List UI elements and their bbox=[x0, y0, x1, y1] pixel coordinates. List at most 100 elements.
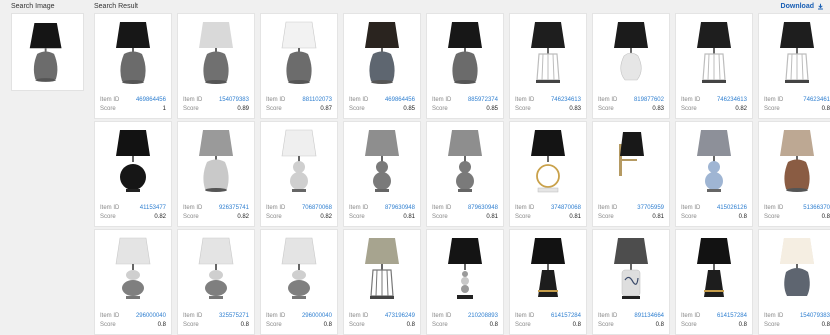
item-id-link[interactable]: 469864456 bbox=[136, 96, 166, 105]
lamp-image bbox=[365, 238, 399, 299]
result-card[interactable]: Item ID 926375741 Score 0.82 bbox=[177, 121, 255, 227]
download-button[interactable]: Download bbox=[781, 3, 824, 10]
item-id-link[interactable]: 74623461 bbox=[803, 96, 830, 105]
item-id-line: Item ID 41153477 bbox=[100, 204, 166, 213]
score-line: Score 0.8 bbox=[764, 105, 830, 114]
item-id-label: Item ID bbox=[681, 205, 701, 211]
score-line: Score 1 bbox=[100, 105, 166, 114]
result-card[interactable]: Item ID 51366370 Score 0.8 bbox=[758, 121, 830, 227]
lamp-image bbox=[697, 130, 731, 192]
score-label: Score bbox=[598, 106, 614, 112]
item-id-link[interactable]: 879630948 bbox=[468, 204, 498, 213]
item-id-link[interactable]: 885972374 bbox=[468, 96, 498, 105]
result-card[interactable]: Item ID 374870068 Score 0.81 bbox=[509, 121, 587, 227]
lamp-image bbox=[697, 238, 731, 297]
item-id-label: Item ID bbox=[183, 97, 203, 103]
result-card[interactable]: Item ID 746234613 Score 0.83 bbox=[509, 13, 587, 119]
score-label: Score bbox=[515, 322, 531, 328]
item-id-link[interactable]: 154079383 bbox=[219, 96, 249, 105]
score-value: 0.8 bbox=[821, 106, 830, 112]
search-image-card bbox=[11, 13, 84, 91]
result-image bbox=[759, 122, 830, 200]
item-id-link[interactable]: 614157284 bbox=[551, 312, 581, 321]
item-id-link[interactable]: 819877602 bbox=[634, 96, 664, 105]
item-id-label: Item ID bbox=[515, 97, 535, 103]
result-card[interactable]: Item ID 296000040 Score 0.8 bbox=[260, 229, 338, 335]
result-meta: Item ID 154079383 Score 0.8 bbox=[764, 312, 830, 330]
item-id-link[interactable]: 296000040 bbox=[136, 312, 166, 321]
item-id-link[interactable]: 746234613 bbox=[551, 96, 581, 105]
result-card[interactable]: Item ID 891134664 Score 0.8 bbox=[592, 229, 670, 335]
lamp-image bbox=[365, 22, 399, 84]
result-card[interactable]: Item ID 881102073 Score 0.87 bbox=[260, 13, 338, 119]
search-image bbox=[29, 23, 62, 82]
result-card[interactable]: Item ID 325575271 Score 0.8 bbox=[177, 229, 255, 335]
score-line: Score 0.8 bbox=[349, 321, 415, 330]
item-id-link[interactable]: 154079383 bbox=[800, 312, 830, 321]
item-id-link[interactable]: 891134664 bbox=[634, 312, 664, 321]
item-id-label: Item ID bbox=[349, 97, 369, 103]
result-card[interactable]: Item ID 819877602 Score 0.83 bbox=[592, 13, 670, 119]
result-image bbox=[676, 14, 752, 92]
item-id-line: Item ID 881102073 bbox=[266, 96, 332, 105]
result-card[interactable]: Item ID 74623461 Score 0.8 bbox=[758, 13, 830, 119]
lamp-image bbox=[448, 130, 482, 192]
result-card[interactable]: Item ID 614157284 Score 0.8 bbox=[675, 229, 753, 335]
score-line: Score 0.82 bbox=[681, 105, 747, 114]
item-id-link[interactable]: 614157284 bbox=[717, 312, 747, 321]
item-id-link[interactable]: 415026126 bbox=[717, 204, 747, 213]
result-card[interactable]: Item ID 41153477 Score 0.82 bbox=[94, 121, 172, 227]
result-card[interactable]: Item ID 879630948 Score 0.81 bbox=[343, 121, 421, 227]
item-id-label: Item ID bbox=[183, 313, 203, 319]
item-id-link[interactable]: 374870068 bbox=[551, 204, 581, 213]
item-id-link[interactable]: 746234613 bbox=[717, 96, 747, 105]
result-card[interactable]: Item ID 614157284 Score 0.8 bbox=[509, 229, 587, 335]
item-id-label: Item ID bbox=[349, 313, 369, 319]
lamp-image bbox=[281, 237, 317, 299]
result-card[interactable]: Item ID 37705959 Score 0.81 bbox=[592, 121, 670, 227]
result-card[interactable]: Item ID 706870068 Score 0.82 bbox=[260, 121, 338, 227]
result-card[interactable]: Item ID 879630948 Score 0.81 bbox=[426, 121, 504, 227]
result-card[interactable]: Item ID 154079383 Score 0.8 bbox=[758, 229, 830, 335]
lamp-image bbox=[281, 21, 317, 84]
item-id-label: Item ID bbox=[764, 313, 784, 319]
score-line: Score 0.83 bbox=[598, 105, 664, 114]
item-id-link[interactable]: 926375741 bbox=[219, 204, 249, 213]
item-id-link[interactable]: 879630948 bbox=[385, 204, 415, 213]
item-id-line: Item ID 296000040 bbox=[100, 312, 166, 321]
score-line: Score 0.82 bbox=[183, 213, 249, 222]
result-card[interactable]: Item ID 296000040 Score 0.8 bbox=[94, 229, 172, 335]
item-id-link[interactable]: 469864456 bbox=[385, 96, 415, 105]
item-id-link[interactable]: 210208893 bbox=[468, 312, 498, 321]
result-meta: Item ID 469864456 Score 1 bbox=[100, 96, 166, 114]
result-meta: Item ID 296000040 Score 0.8 bbox=[266, 312, 332, 330]
score-line: Score 0.82 bbox=[100, 213, 166, 222]
item-id-label: Item ID bbox=[266, 205, 286, 211]
item-id-link[interactable]: 473196249 bbox=[385, 312, 415, 321]
item-id-link[interactable]: 881102073 bbox=[302, 96, 332, 105]
item-id-link[interactable]: 41153477 bbox=[140, 204, 166, 213]
result-image bbox=[759, 14, 830, 92]
item-id-link[interactable]: 325575271 bbox=[219, 312, 249, 321]
item-id-line: Item ID 154079383 bbox=[764, 312, 830, 321]
score-label: Score bbox=[432, 214, 448, 220]
result-card[interactable]: Item ID 473196249 Score 0.8 bbox=[343, 229, 421, 335]
result-card[interactable]: Item ID 415026126 Score 0.8 bbox=[675, 121, 753, 227]
item-id-link[interactable]: 706870068 bbox=[302, 204, 332, 213]
result-card[interactable]: Item ID 469864456 Score 1 bbox=[94, 13, 172, 119]
result-card[interactable]: Item ID 210208893 Score 0.8 bbox=[426, 229, 504, 335]
result-card[interactable]: Item ID 469864456 Score 0.85 bbox=[343, 13, 421, 119]
result-meta: Item ID 374870068 Score 0.81 bbox=[515, 204, 581, 222]
score-value: 0.8 bbox=[572, 322, 581, 328]
result-card[interactable]: Item ID 746234613 Score 0.82 bbox=[675, 13, 753, 119]
score-line: Score 0.8 bbox=[266, 321, 332, 330]
item-id-label: Item ID bbox=[183, 205, 203, 211]
score-label: Score bbox=[598, 322, 614, 328]
score-value: 0.82 bbox=[320, 214, 332, 220]
result-card[interactable]: Item ID 154079383 Score 0.89 bbox=[177, 13, 255, 119]
result-card[interactable]: Item ID 885972374 Score 0.85 bbox=[426, 13, 504, 119]
item-id-link[interactable]: 37705959 bbox=[637, 204, 664, 213]
result-image bbox=[178, 230, 254, 308]
item-id-link[interactable]: 51366370 bbox=[803, 204, 830, 213]
item-id-link[interactable]: 296000040 bbox=[302, 312, 332, 321]
